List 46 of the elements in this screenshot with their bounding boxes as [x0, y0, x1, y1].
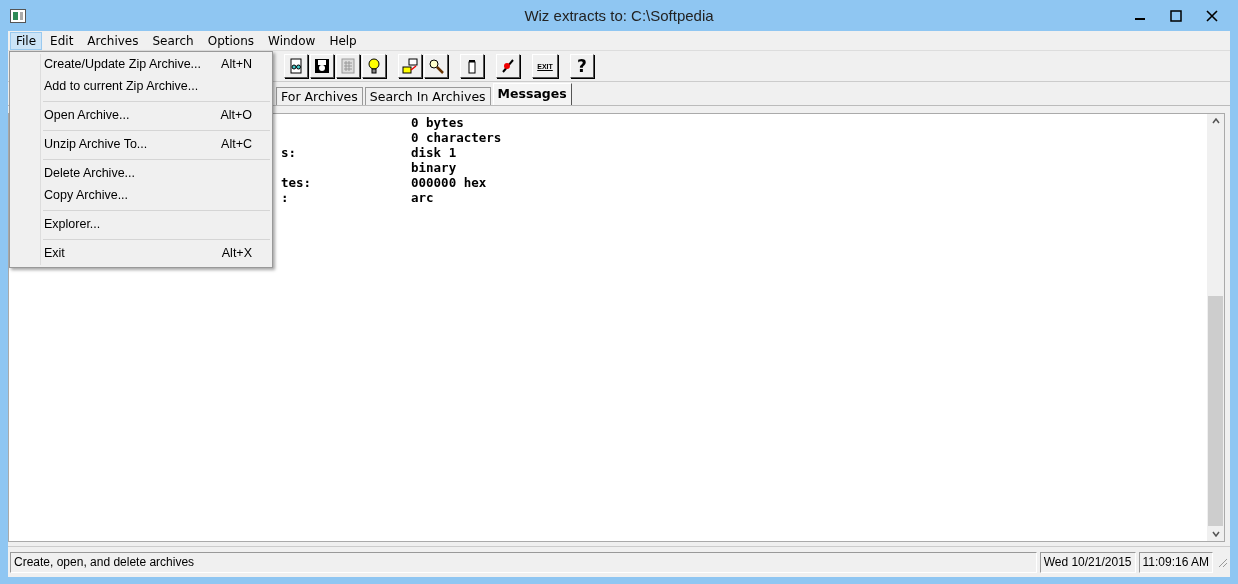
scrollbar[interactable]	[1207, 114, 1224, 541]
message-value: binary	[411, 160, 457, 175]
status-time: 11:09:16 AM	[1138, 551, 1213, 573]
magnifier-icon[interactable]	[424, 54, 448, 78]
window-title: Wiz extracts to: C:\Softpedia	[524, 7, 714, 24]
menu-entry[interactable]: Add to current Zip Archive...	[12, 76, 270, 98]
menu-entry[interactable]: Delete Archive...	[12, 163, 270, 185]
menu-item[interactable]: Archives	[81, 31, 145, 50]
menu-entry[interactable]: Create/Update Zip Archive... Alt+N	[12, 54, 270, 76]
message-value: 0 characters	[411, 130, 502, 145]
message-value: arc	[411, 190, 434, 205]
menu-item[interactable]: Edit	[44, 31, 80, 50]
message-label: :	[281, 190, 289, 205]
menu-entry[interactable]: Open Archive... Alt+O	[12, 105, 270, 127]
message-value: 000000 hex	[411, 175, 487, 190]
status-message: Create, open, and delete archives	[10, 551, 1037, 573]
trash-can-icon[interactable]	[460, 54, 484, 78]
message-label: tes:	[281, 175, 312, 190]
message-value: 0 bytes	[411, 115, 464, 130]
message-value: disk 1	[411, 145, 457, 160]
tab[interactable]: For Archives	[276, 87, 363, 105]
tab[interactable]: Messages	[492, 83, 572, 105]
menu-item[interactable]: File	[10, 31, 43, 50]
grid-document-icon[interactable]	[336, 54, 360, 78]
menu-entry[interactable]: Explorer...	[12, 214, 270, 236]
help-button[interactable]: ?	[570, 54, 594, 78]
app-icon	[10, 8, 26, 23]
scroll-thumb[interactable]	[1208, 296, 1223, 526]
menu-item[interactable]: Search	[146, 31, 200, 50]
menu-entry[interactable]: Copy Archive...	[12, 185, 270, 207]
menu-item[interactable]: Window	[262, 31, 322, 50]
close-icon[interactable]	[1206, 9, 1218, 22]
message-label: s:	[281, 145, 297, 160]
menu-entry[interactable]: Exit Alt+X	[12, 243, 270, 265]
menu-item[interactable]: Options	[201, 31, 261, 50]
light-bulb-icon[interactable]	[362, 54, 386, 78]
status-date: Wed 10/21/2015	[1039, 551, 1136, 573]
pen-icon[interactable]	[496, 54, 520, 78]
scroll-down-icon[interactable]	[1211, 531, 1220, 537]
scroll-up-icon[interactable]	[1211, 118, 1220, 124]
menu-entry[interactable]: Unzip Archive To... Alt+C	[12, 134, 270, 156]
resize-grip-icon[interactable]	[1216, 556, 1228, 568]
document-icon[interactable]	[284, 54, 308, 78]
menu-item[interactable]: Help	[323, 31, 363, 50]
maximize-icon[interactable]	[1170, 9, 1182, 22]
tab[interactable]: Search In Archives	[364, 87, 491, 105]
